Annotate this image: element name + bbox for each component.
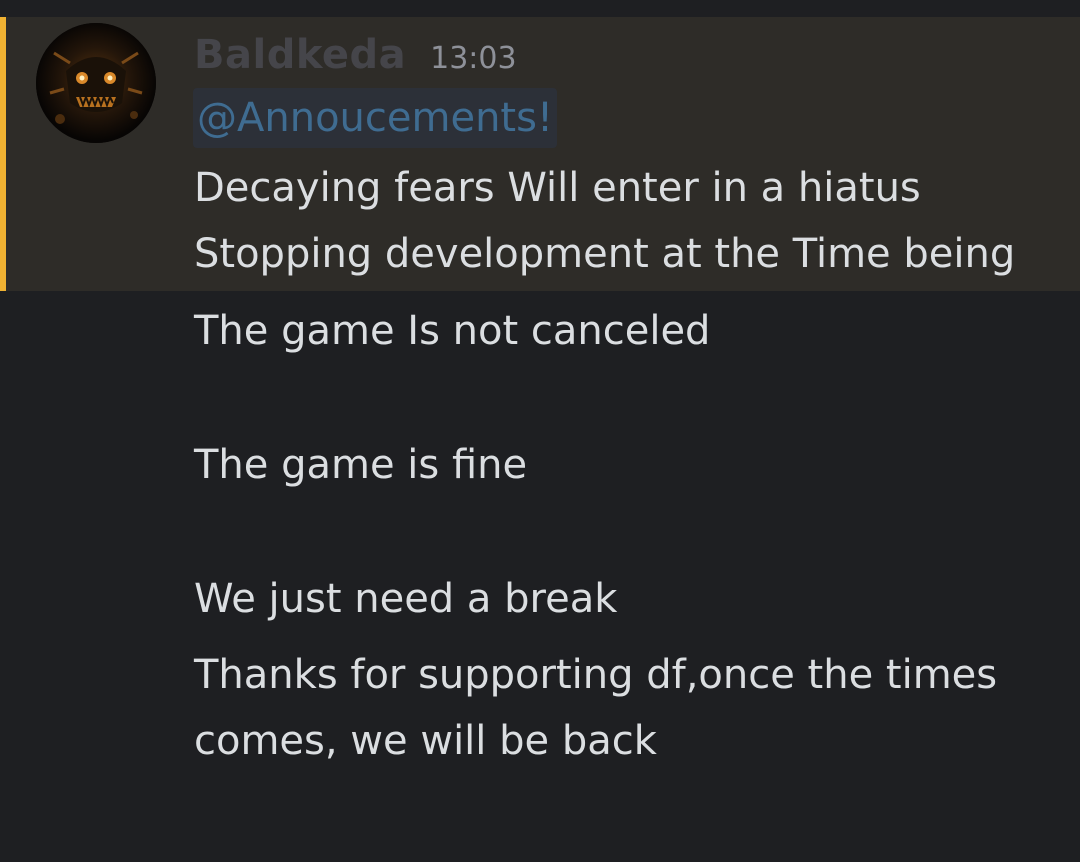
message-line: Stopping development at the Time being (194, 231, 1016, 277)
message-line: Decaying fears Will enter in a hiatus (194, 165, 921, 211)
message-line: The game Is not canceled (194, 308, 711, 354)
message-line: Thanks for supporting df,once the times (194, 652, 998, 698)
author-name[interactable]: Baldkeda (194, 32, 406, 78)
chat-area: Baldkeda 13:03 @Annoucements! Decaying f… (0, 0, 1080, 862)
avatar[interactable] (36, 23, 156, 143)
message-timestamp[interactable]: 13:03 (430, 41, 516, 76)
avatar-image (36, 23, 156, 143)
mention-highlight-bar (0, 17, 6, 291)
message-line: We just need a break (194, 576, 618, 622)
message-header: Baldkeda 13:03 (194, 32, 517, 82)
message-line: comes, we will be back (194, 718, 657, 764)
message-line: The game is fine (194, 442, 528, 488)
role-mention[interactable]: @Annoucements! (193, 88, 557, 148)
